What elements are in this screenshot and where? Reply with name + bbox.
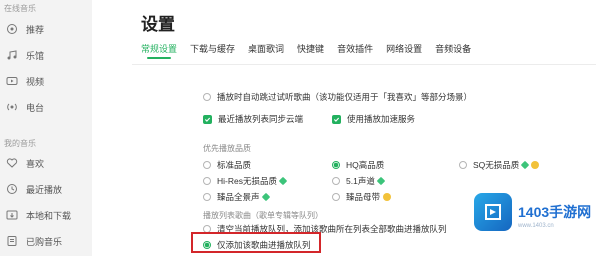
- tab-sound-plugins[interactable]: 音效插件: [337, 42, 373, 62]
- vip-coin-icon: [383, 193, 392, 201]
- video-icon: [6, 75, 18, 87]
- sidebar-item-recommend[interactable]: 推荐: [6, 20, 86, 38]
- home-icon: [6, 23, 18, 35]
- watermark: 1403手游网 www.1403.cn: [474, 187, 596, 237]
- sidebar-section-mine: 我的音乐: [4, 139, 36, 148]
- quality-hires-radio[interactable]: [203, 177, 211, 185]
- purchased-icon: [6, 235, 18, 247]
- quality-51-radio[interactable]: [332, 177, 340, 185]
- sidebar-section-online: 在线音乐: [4, 4, 36, 13]
- sync-recent-checkbox[interactable]: [203, 114, 212, 124]
- tab-desktop-lyrics[interactable]: 桌面歌词: [248, 42, 284, 62]
- sidebar-item-radio[interactable]: 电台: [6, 98, 86, 116]
- sidebar-item-label: 视频: [26, 76, 45, 87]
- sidebar-item-purchased[interactable]: 已购音乐: [6, 232, 86, 250]
- quality-hq-label: HQ高品质: [346, 160, 385, 170]
- tabs-divider: [132, 64, 596, 65]
- sidebar-item-label: 乐馆: [26, 50, 45, 61]
- quality-master-option[interactable]: 臻品母带: [332, 191, 392, 203]
- settings-tabs: 常规设置 下载与缓存 桌面歌词 快捷键 音效插件 网络设置 音频设备: [141, 42, 484, 62]
- quality-atmos-radio[interactable]: [203, 193, 211, 201]
- skip-trial-label: 播放时自动跳过试听歌曲（该功能仅适用于「我喜欢」等部分场景）: [217, 92, 473, 102]
- sidebar-item-video[interactable]: 视频: [6, 72, 86, 90]
- vip-coin-icon: [531, 161, 540, 169]
- sidebar-item-liked[interactable]: 喜欢: [6, 154, 86, 172]
- sidebar-item-label: 最近播放: [26, 184, 63, 195]
- sidebar: 在线音乐 推荐 乐馆 视频 电台 我的音乐 喜欢 最近播放 本地和下载 已购音乐: [0, 0, 92, 256]
- music-hall-icon: [6, 49, 18, 61]
- vip-gem-icon: [261, 192, 270, 202]
- accelerate-option[interactable]: 使用播放加速服务: [332, 113, 415, 125]
- sidebar-item-label: 已购音乐: [26, 236, 63, 247]
- recent-icon: [6, 183, 18, 195]
- skip-trial-radio[interactable]: [203, 93, 211, 101]
- quality-51-option[interactable]: 5.1声道: [332, 175, 386, 187]
- quality-hires-label: Hi-Res无损品质: [217, 176, 277, 186]
- accelerate-label: 使用播放加速服务: [347, 114, 416, 124]
- quality-hq-option[interactable]: HQ高品质: [332, 159, 384, 171]
- sync-recent-label: 最近播放列表同步云端: [218, 114, 304, 124]
- quality-standard-option[interactable]: 标准品质: [203, 159, 251, 171]
- quality-sq-radio[interactable]: [459, 161, 467, 169]
- watermark-logo-icon: [474, 193, 512, 231]
- skip-trial-option[interactable]: 播放时自动跳过试听歌曲（该功能仅适用于「我喜欢」等部分场景）: [203, 91, 472, 103]
- tab-shortcuts[interactable]: 快捷键: [297, 42, 324, 62]
- sync-recent-option[interactable]: 最近播放列表同步云端: [203, 113, 303, 125]
- watermark-text: 1403手游网: [518, 204, 592, 220]
- queue-label: 播放列表歌曲（歌单专辑等队列）: [203, 211, 323, 220]
- sidebar-item-label: 本地和下载: [26, 210, 72, 221]
- sidebar-item-label: 电台: [26, 102, 45, 113]
- quality-hires-option[interactable]: Hi-Res无损品质: [203, 175, 288, 187]
- heart-icon: [6, 157, 18, 169]
- quality-51-label: 5.1声道: [346, 176, 375, 186]
- quality-standard-radio[interactable]: [203, 161, 211, 169]
- quality-master-label: 臻品母带: [346, 192, 381, 202]
- quality-standard-label: 标准品质: [217, 160, 252, 170]
- quality-sq-label: SQ无损品质: [473, 160, 520, 170]
- sidebar-item-music-hall[interactable]: 乐馆: [6, 46, 86, 64]
- quality-hq-radio[interactable]: [332, 161, 340, 169]
- page-title: 设置: [141, 15, 175, 34]
- sidebar-item-label: 推荐: [26, 24, 45, 35]
- sidebar-item-label: 喜欢: [26, 158, 45, 169]
- vip-gem-icon: [376, 176, 386, 186]
- vip-gem-icon: [521, 160, 530, 170]
- accelerate-checkbox[interactable]: [332, 114, 341, 124]
- radio-icon: [6, 101, 18, 113]
- tab-audio-device[interactable]: 音频设备: [435, 42, 471, 62]
- vip-gem-icon: [278, 176, 288, 186]
- sidebar-item-local-download[interactable]: 本地和下载: [6, 206, 86, 224]
- highlight-annotation-box: [191, 232, 321, 253]
- watermark-url: www.1403.cn: [518, 223, 554, 229]
- tab-general[interactable]: 常规设置: [141, 42, 177, 62]
- quality-sq-option[interactable]: SQ无损品质: [459, 159, 540, 171]
- quality-atmos-label: 臻品全景声: [217, 192, 260, 202]
- quality-master-radio[interactable]: [332, 193, 340, 201]
- tab-download-cache[interactable]: 下载与缓存: [190, 42, 235, 62]
- download-icon: [6, 209, 18, 221]
- quality-atmos-option[interactable]: 臻品全景声: [203, 191, 270, 203]
- tab-network[interactable]: 网络设置: [386, 42, 422, 62]
- quality-label: 优先播放品质: [203, 144, 251, 153]
- sidebar-item-recent[interactable]: 最近播放: [6, 180, 86, 198]
